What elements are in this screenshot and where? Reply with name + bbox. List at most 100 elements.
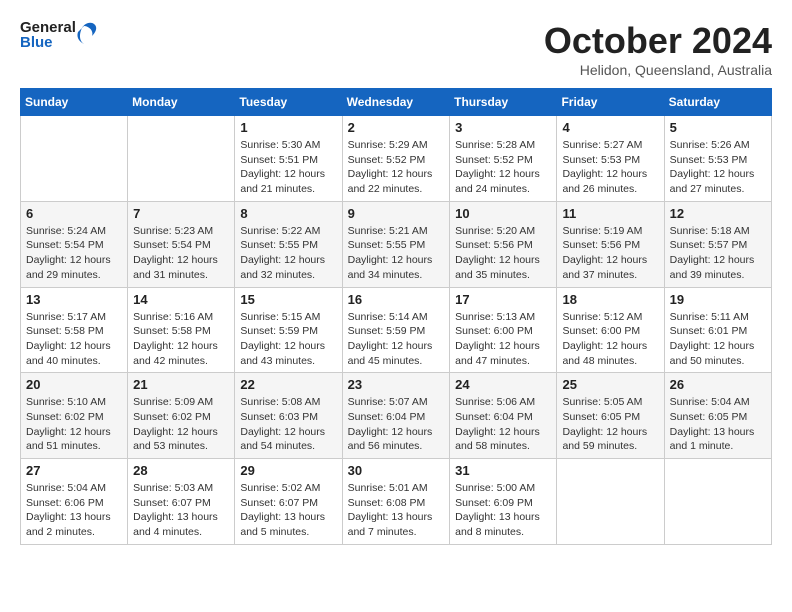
logo-general: General xyxy=(20,20,64,35)
month-title: October 2024 xyxy=(544,20,772,62)
calendar-cell: 29Sunrise: 5:02 AM Sunset: 6:07 PM Dayli… xyxy=(235,459,342,545)
day-number: 6 xyxy=(26,206,122,221)
day-info: Sunrise: 5:07 AM Sunset: 6:04 PM Dayligh… xyxy=(348,395,445,454)
calendar-cell xyxy=(21,116,128,202)
calendar-cell: 10 Sunrise: 5:20 AM Sunset: 5:56 PM Dayli… xyxy=(450,201,557,287)
day-number: 7 xyxy=(133,206,229,221)
calendar-cell: 14 Sunrise: 5:16 AM Sunset: 5:58 PM Dayli… xyxy=(128,287,235,373)
day-number: 3 xyxy=(455,120,551,135)
day-number: 8 xyxy=(240,206,336,221)
day-info: Sunrise: 5:04 AM Sunset: 6:06 PM Dayligh… xyxy=(26,481,122,540)
weekday-header-thursday: Thursday xyxy=(450,89,557,116)
calendar-week-5: 27 Sunrise: 5:04 AM Sunset: 6:06 PM Dayli… xyxy=(21,459,772,545)
page-header: General Blue October 2024 Helidon, Queen… xyxy=(20,20,772,78)
day-number: 16 xyxy=(348,292,445,307)
calendar-cell: 24Sunrise: 5:06 AM Sunset: 6:04 PM Dayli… xyxy=(450,373,557,459)
calendar-cell: 25Sunrise: 5:05 AM Sunset: 6:05 PM Dayli… xyxy=(557,373,664,459)
calendar-cell: 19 Sunrise: 5:11 AM Sunset: 6:01 PM Dayli… xyxy=(664,287,771,373)
weekday-header-friday: Friday xyxy=(557,89,664,116)
calendar-cell: 11Sunrise: 5:19 AM Sunset: 5:56 PM Dayli… xyxy=(557,201,664,287)
day-number: 22 xyxy=(240,377,336,392)
calendar-cell: 17Sunrise: 5:13 AM Sunset: 6:00 PM Dayli… xyxy=(450,287,557,373)
day-info: Sunrise: 5:18 AM Sunset: 5:57 PM Dayligh… xyxy=(670,224,766,283)
calendar-cell: 7 Sunrise: 5:23 AM Sunset: 5:54 PM Daylig… xyxy=(128,201,235,287)
weekday-header-monday: Monday xyxy=(128,89,235,116)
day-number: 12 xyxy=(670,206,766,221)
calendar-cell: 21 Sunrise: 5:09 AM Sunset: 6:02 PM Dayli… xyxy=(128,373,235,459)
logo-blue: Blue xyxy=(20,35,64,50)
day-number: 2 xyxy=(348,120,445,135)
calendar-cell: 8 Sunrise: 5:22 AM Sunset: 5:55 PM Daylig… xyxy=(235,201,342,287)
day-number: 20 xyxy=(26,377,122,392)
day-info: Sunrise: 5:20 AM Sunset: 5:56 PM Dayligh… xyxy=(455,224,551,283)
day-info: Sunrise: 5:00 AM Sunset: 6:09 PM Dayligh… xyxy=(455,481,551,540)
day-number: 23 xyxy=(348,377,445,392)
day-number: 29 xyxy=(240,463,336,478)
day-info: Sunrise: 5:05 AM Sunset: 6:05 PM Dayligh… xyxy=(562,395,658,454)
day-number: 14 xyxy=(133,292,229,307)
day-number: 13 xyxy=(26,292,122,307)
day-number: 9 xyxy=(348,206,445,221)
day-info: Sunrise: 5:27 AM Sunset: 5:53 PM Dayligh… xyxy=(562,138,658,197)
calendar-cell: 20Sunrise: 5:10 AM Sunset: 6:02 PM Dayli… xyxy=(21,373,128,459)
calendar-cell: 26Sunrise: 5:04 AM Sunset: 6:05 PM Dayli… xyxy=(664,373,771,459)
day-number: 31 xyxy=(455,463,551,478)
weekday-header-saturday: Saturday xyxy=(664,89,771,116)
day-info: Sunrise: 5:16 AM Sunset: 5:58 PM Dayligh… xyxy=(133,310,229,369)
day-number: 10 xyxy=(455,206,551,221)
calendar-cell: 15Sunrise: 5:15 AM Sunset: 5:59 PM Dayli… xyxy=(235,287,342,373)
calendar-table: SundayMondayTuesdayWednesdayThursdayFrid… xyxy=(20,88,772,545)
day-info: Sunrise: 5:13 AM Sunset: 6:00 PM Dayligh… xyxy=(455,310,551,369)
day-info: Sunrise: 5:17 AM Sunset: 5:58 PM Dayligh… xyxy=(26,310,122,369)
calendar-cell: 30 Sunrise: 5:01 AM Sunset: 6:08 PM Dayli… xyxy=(342,459,450,545)
calendar-cell: 22 Sunrise: 5:08 AM Sunset: 6:03 PM Dayli… xyxy=(235,373,342,459)
day-number: 1 xyxy=(240,120,336,135)
calendar-cell: 12 Sunrise: 5:18 AM Sunset: 5:57 PM Dayli… xyxy=(664,201,771,287)
calendar-cell: 18Sunrise: 5:12 AM Sunset: 6:00 PM Dayli… xyxy=(557,287,664,373)
day-info: Sunrise: 5:08 AM Sunset: 6:03 PM Dayligh… xyxy=(240,395,336,454)
calendar-cell: 2 Sunrise: 5:29 AM Sunset: 5:52 PM Daylig… xyxy=(342,116,450,202)
calendar-cell: 31 Sunrise: 5:00 AM Sunset: 6:09 PM Dayli… xyxy=(450,459,557,545)
day-number: 15 xyxy=(240,292,336,307)
day-number: 19 xyxy=(670,292,766,307)
day-number: 4 xyxy=(562,120,658,135)
day-number: 28 xyxy=(133,463,229,478)
day-info: Sunrise: 5:01 AM Sunset: 6:08 PM Dayligh… xyxy=(348,481,445,540)
calendar-cell: 27 Sunrise: 5:04 AM Sunset: 6:06 PM Dayli… xyxy=(21,459,128,545)
day-info: Sunrise: 5:24 AM Sunset: 5:54 PM Dayligh… xyxy=(26,224,122,283)
day-info: Sunrise: 5:14 AM Sunset: 5:59 PM Dayligh… xyxy=(348,310,445,369)
day-info: Sunrise: 5:11 AM Sunset: 6:01 PM Dayligh… xyxy=(670,310,766,369)
calendar-week-4: 20Sunrise: 5:10 AM Sunset: 6:02 PM Dayli… xyxy=(21,373,772,459)
calendar-cell: 1 Sunrise: 5:30 AM Sunset: 5:51 PM Daylig… xyxy=(235,116,342,202)
day-number: 24 xyxy=(455,377,551,392)
calendar-cell: 3 Sunrise: 5:28 AM Sunset: 5:52 PM Daylig… xyxy=(450,116,557,202)
day-info: Sunrise: 5:22 AM Sunset: 5:55 PM Dayligh… xyxy=(240,224,336,283)
day-info: Sunrise: 5:23 AM Sunset: 5:54 PM Dayligh… xyxy=(133,224,229,283)
day-info: Sunrise: 5:30 AM Sunset: 5:51 PM Dayligh… xyxy=(240,138,336,197)
calendar-cell xyxy=(664,459,771,545)
calendar-cell: 6 Sunrise: 5:24 AM Sunset: 5:54 PM Daylig… xyxy=(21,201,128,287)
day-info: Sunrise: 5:03 AM Sunset: 6:07 PM Dayligh… xyxy=(133,481,229,540)
weekday-header-wednesday: Wednesday xyxy=(342,89,450,116)
title-block: October 2024 Helidon, Queensland, Austra… xyxy=(544,20,772,78)
day-info: Sunrise: 5:09 AM Sunset: 6:02 PM Dayligh… xyxy=(133,395,229,454)
calendar-cell: 9 Sunrise: 5:21 AM Sunset: 5:55 PM Daylig… xyxy=(342,201,450,287)
calendar-cell: 16 Sunrise: 5:14 AM Sunset: 5:59 PM Dayli… xyxy=(342,287,450,373)
day-info: Sunrise: 5:28 AM Sunset: 5:52 PM Dayligh… xyxy=(455,138,551,197)
day-info: Sunrise: 5:21 AM Sunset: 5:55 PM Dayligh… xyxy=(348,224,445,283)
calendar-week-2: 6 Sunrise: 5:24 AM Sunset: 5:54 PM Daylig… xyxy=(21,201,772,287)
day-info: Sunrise: 5:19 AM Sunset: 5:56 PM Dayligh… xyxy=(562,224,658,283)
calendar-cell: 4 Sunrise: 5:27 AM Sunset: 5:53 PM Daylig… xyxy=(557,116,664,202)
day-info: Sunrise: 5:29 AM Sunset: 5:52 PM Dayligh… xyxy=(348,138,445,197)
calendar-cell: 13 Sunrise: 5:17 AM Sunset: 5:58 PM Dayli… xyxy=(21,287,128,373)
day-number: 5 xyxy=(670,120,766,135)
location: Helidon, Queensland, Australia xyxy=(544,62,772,78)
calendar-week-1: 1 Sunrise: 5:30 AM Sunset: 5:51 PM Daylig… xyxy=(21,116,772,202)
day-number: 26 xyxy=(670,377,766,392)
day-number: 21 xyxy=(133,377,229,392)
day-number: 18 xyxy=(562,292,658,307)
day-number: 30 xyxy=(348,463,445,478)
calendar-cell xyxy=(128,116,235,202)
day-info: Sunrise: 5:26 AM Sunset: 5:53 PM Dayligh… xyxy=(670,138,766,197)
day-number: 27 xyxy=(26,463,122,478)
